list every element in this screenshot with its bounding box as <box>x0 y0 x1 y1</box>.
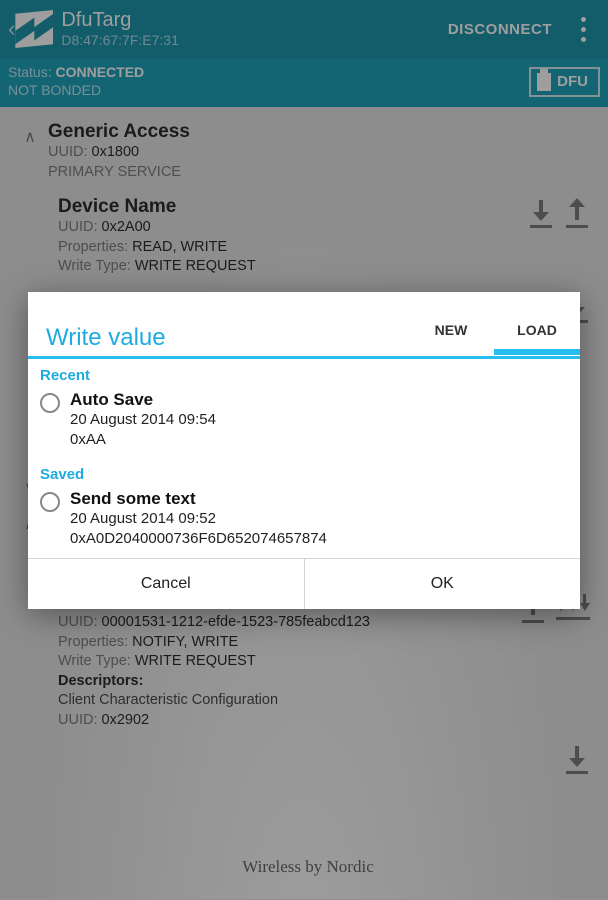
modal-scrim[interactable]: Write value NEW LOAD Recent Auto Save 20… <box>0 0 608 900</box>
radio-icon[interactable] <box>40 393 60 413</box>
entry-send-some-text[interactable]: Send some text 20 August 2014 09:52 0xA0… <box>28 487 580 558</box>
section-recent: Recent <box>28 359 580 388</box>
section-saved: Saved <box>28 458 580 487</box>
cancel-button[interactable]: Cancel <box>28 559 304 609</box>
radio-icon[interactable] <box>40 492 60 512</box>
tab-new[interactable]: NEW <box>408 310 494 352</box>
entry-auto-save[interactable]: Auto Save 20 August 2014 09:54 0xAA <box>28 388 580 459</box>
ok-button[interactable]: OK <box>304 559 581 609</box>
tab-load[interactable]: LOAD <box>494 310 580 352</box>
write-value-dialog: Write value NEW LOAD Recent Auto Save 20… <box>28 292 580 609</box>
dialog-title: Write value <box>46 324 408 352</box>
